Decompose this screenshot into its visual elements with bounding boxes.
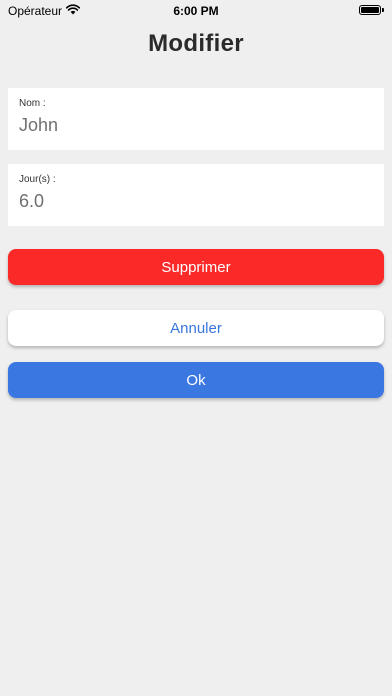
status-bar: Opérateur 6:00 PM — [0, 0, 392, 22]
days-input[interactable] — [19, 191, 373, 212]
status-time: 6:00 PM — [173, 4, 219, 18]
delete-button[interactable]: Supprimer — [8, 249, 384, 285]
name-input[interactable] — [19, 115, 373, 136]
days-field[interactable]: Jour(s) : — [8, 164, 384, 226]
name-label: Nom : — [19, 98, 46, 109]
name-field[interactable]: Nom : — [8, 88, 384, 150]
page-title: Modifier — [148, 30, 244, 57]
cancel-button[interactable]: Annuler — [8, 310, 384, 346]
battery-level — [361, 7, 379, 13]
ok-button[interactable]: Ok — [8, 362, 384, 398]
days-label: Jour(s) : — [19, 174, 56, 185]
battery-icon — [359, 5, 384, 15]
